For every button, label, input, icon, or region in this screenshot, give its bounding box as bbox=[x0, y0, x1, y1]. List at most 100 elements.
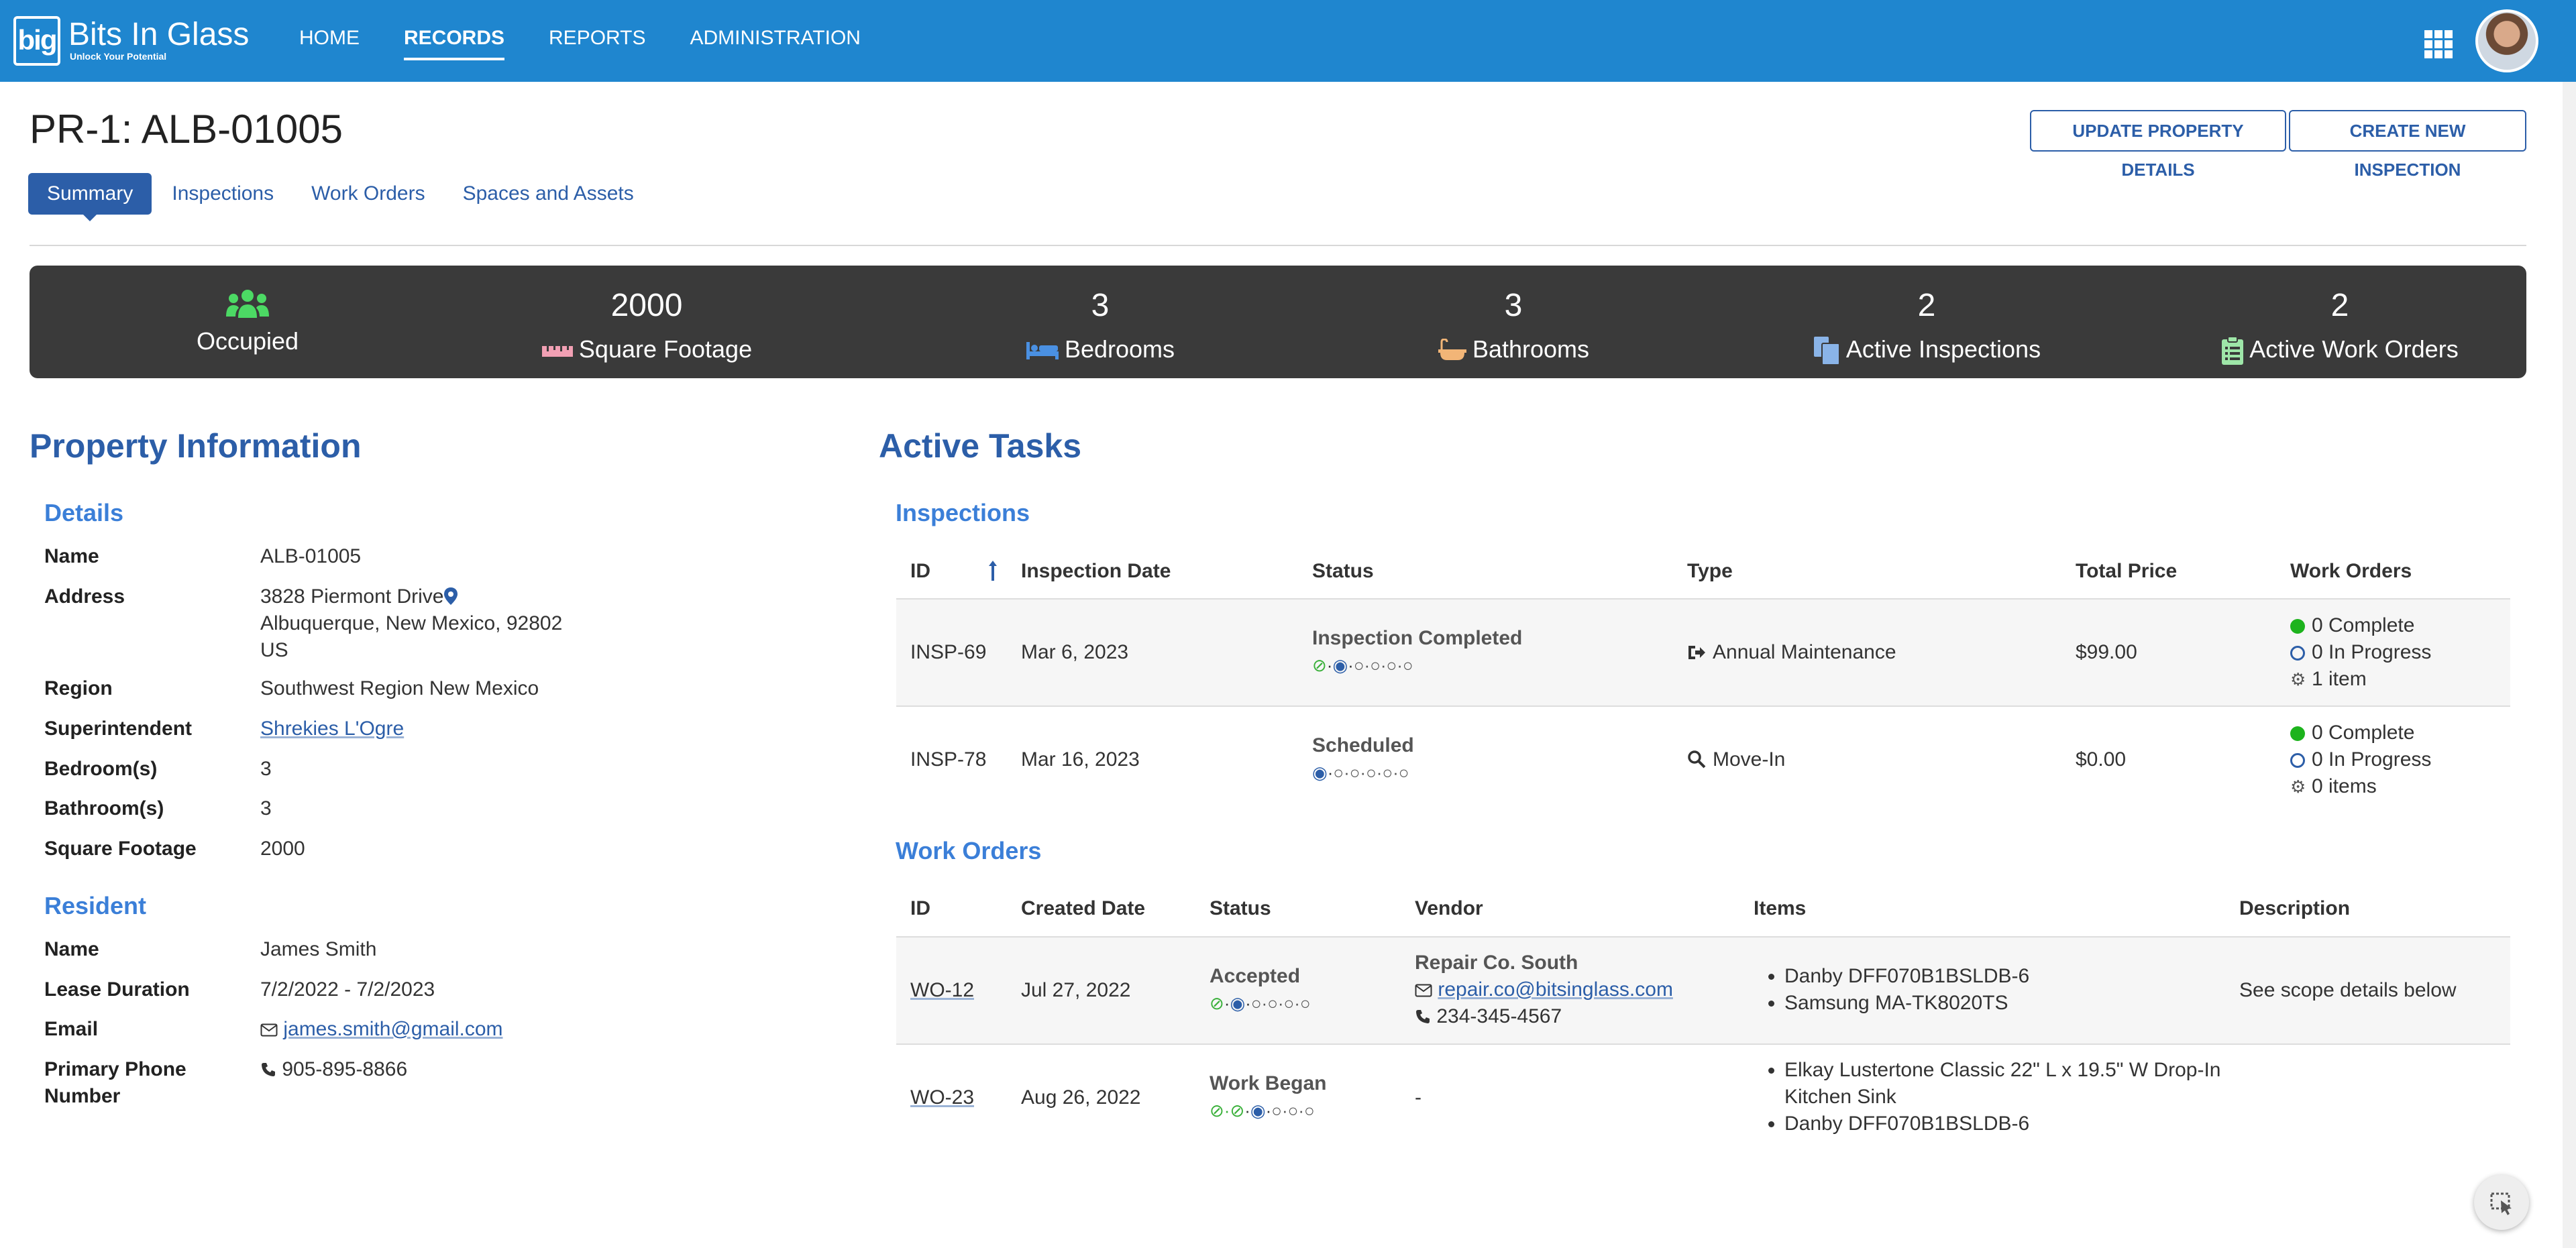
nav-administration[interactable]: ADMINISTRATION bbox=[690, 27, 861, 60]
col-type[interactable]: Type bbox=[1687, 560, 1733, 583]
map-marker-icon[interactable] bbox=[443, 587, 458, 606]
clipboard-copy-icon bbox=[1813, 337, 1840, 366]
bathrooms-label: Bathrooms bbox=[1472, 335, 1590, 363]
inspection-status: Inspection Completed bbox=[1312, 627, 1523, 649]
in-progress-circle-icon bbox=[2290, 753, 2305, 768]
envelope-icon bbox=[1415, 984, 1432, 997]
resident-lease-value: 7/2/2022 - 7/2/2023 bbox=[260, 978, 435, 1001]
col-id[interactable]: ID bbox=[910, 897, 930, 920]
list-item-line-2: Kitchen Sink bbox=[1784, 1086, 1896, 1108]
col-status[interactable]: Status bbox=[1312, 560, 1374, 583]
square-footage-value: 2000 bbox=[610, 288, 683, 323]
record-tabs: Summary Inspections Work Orders Spaces a… bbox=[28, 173, 672, 221]
work-order-items: Elkay Lustertone Classic 22" L x 19.5" W… bbox=[1754, 1057, 2220, 1137]
step-done-icon: ⊘ bbox=[1312, 655, 1327, 675]
stat-active-work-orders: 2 Active Work Orders bbox=[2152, 266, 2528, 378]
page-title: PR-1: ALB-01005 bbox=[30, 107, 343, 152]
nav-records[interactable]: RECORDS bbox=[404, 27, 505, 60]
inspection-id-link[interactable]: INSP-69 bbox=[910, 639, 986, 666]
active-tasks-heading: Active Tasks bbox=[879, 427, 1082, 465]
col-id[interactable]: ID bbox=[910, 560, 930, 583]
step-done-icon: ⊘ bbox=[1210, 993, 1224, 1013]
create-new-inspection-button[interactable]: CREATE NEW INSPECTION bbox=[2289, 110, 2526, 180]
inspection-id-link[interactable]: INSP-78 bbox=[910, 746, 986, 773]
page-scrollbar[interactable] bbox=[2563, 82, 2576, 1248]
col-work-orders[interactable]: Work Orders bbox=[2290, 560, 2412, 583]
inspections-heading: Inspections bbox=[896, 499, 1030, 526]
bed-icon bbox=[1026, 342, 1059, 360]
vendor-email-link[interactable]: repair.co@bitsinglass.com bbox=[1438, 978, 1673, 1001]
sort-ascending-icon[interactable] bbox=[987, 559, 998, 582]
col-inspection-date[interactable]: Inspection Date bbox=[1021, 560, 1171, 583]
company-name[interactable]: Bits In Glass bbox=[68, 17, 249, 52]
avatar[interactable] bbox=[2475, 9, 2538, 72]
work-order-id-link[interactable]: WO-12 bbox=[910, 977, 974, 1004]
work-order-status: Work Began bbox=[1210, 1072, 1327, 1094]
status-progress-dots: ⊘·◉·○·○·○·○ bbox=[1312, 655, 1413, 675]
work-order-id-link[interactable]: WO-23 bbox=[910, 1084, 974, 1111]
company-logo-mark[interactable]: big bbox=[13, 16, 60, 66]
occupancy-label: Occupied bbox=[196, 327, 299, 355]
bedrooms-value: 3 bbox=[1091, 288, 1110, 323]
inspection-work-order-summary: 0 Complete 0 In Progress ⚙ 0 items bbox=[2290, 720, 2431, 800]
col-status[interactable]: Status bbox=[1210, 897, 1271, 920]
col-items[interactable]: Items bbox=[1754, 897, 1806, 920]
work-order-date: Aug 26, 2022 bbox=[1021, 1086, 1141, 1109]
phone-icon bbox=[1416, 1010, 1430, 1023]
active-work-orders-label: Active Work Orders bbox=[2249, 335, 2459, 363]
resident-email-link[interactable]: james.smith@gmail.com bbox=[283, 1018, 502, 1040]
gear-icon: ⚙ bbox=[2290, 777, 2306, 797]
top-navigation-bar: big Bits In Glass Unlock Your Potential … bbox=[0, 0, 2576, 82]
detail-address-label: Address bbox=[44, 585, 125, 608]
nav-reports[interactable]: REPORTS bbox=[549, 27, 645, 60]
detail-superintendent-label: Superintendent bbox=[44, 718, 193, 740]
ruler-icon bbox=[541, 346, 573, 357]
detail-bedrooms-value: 3 bbox=[260, 758, 272, 780]
tab-spaces-and-assets[interactable]: Spaces and Assets bbox=[463, 182, 634, 205]
tab-work-orders[interactable]: Work Orders bbox=[311, 182, 425, 205]
bathrooms-caption: Bathrooms bbox=[1326, 335, 1701, 363]
update-property-details-button[interactable]: UPDATE PROPERTY DETAILS bbox=[2030, 110, 2286, 180]
vendor-details: Repair Co. South repair.co@bitsinglass.c… bbox=[1415, 950, 1673, 1030]
step-current-icon: ◉ bbox=[1230, 993, 1246, 1013]
tab-summary[interactable]: Summary bbox=[28, 173, 152, 221]
col-description[interactable]: Description bbox=[2239, 897, 2350, 920]
col-total-price[interactable]: Total Price bbox=[2076, 560, 2177, 583]
col-vendor[interactable]: Vendor bbox=[1415, 897, 1483, 920]
resident-heading: Resident bbox=[44, 892, 147, 919]
detail-bedrooms-label: Bedroom(s) bbox=[44, 758, 158, 780]
detail-region-value: Southwest Region New Mexico bbox=[260, 677, 539, 699]
work-order-status: Accepted bbox=[1210, 965, 1301, 987]
stat-bathrooms: 3 Bathrooms bbox=[1326, 266, 1701, 378]
active-work-orders-caption: Active Work Orders bbox=[2152, 335, 2528, 365]
work-orders-heading: Work Orders bbox=[896, 837, 1042, 864]
vendor-empty: - bbox=[1415, 1086, 1421, 1109]
tab-inspections[interactable]: Inspections bbox=[172, 182, 274, 205]
items-count: 1 item bbox=[2312, 668, 2367, 690]
work-order-items: Danby DFF070B1BSLDB-6 Samsung MA-TK8020T… bbox=[1754, 963, 2029, 1017]
active-inspections-label: Active Inspections bbox=[1845, 335, 2041, 363]
col-id-label: ID bbox=[910, 560, 930, 582]
feedback-cursor-button[interactable] bbox=[2474, 1175, 2529, 1230]
property-information-heading: Property Information bbox=[30, 427, 362, 465]
address-line-2: Albuquerque, New Mexico, 92802 bbox=[260, 612, 563, 634]
active-inspections-value: 2 bbox=[1917, 288, 1936, 323]
stat-bedrooms: 3 Bedrooms bbox=[912, 266, 1288, 378]
inspection-work-order-summary: 0 Complete 0 In Progress ⚙ 1 item bbox=[2290, 612, 2431, 693]
list-item: Danby DFF070B1BSLDB-6 bbox=[1784, 963, 2029, 990]
superintendent-link[interactable]: Shrekies L'Ogre bbox=[260, 716, 404, 742]
nav-home[interactable]: HOME bbox=[299, 27, 360, 60]
inspection-date: Mar 6, 2023 bbox=[1021, 641, 1129, 663]
detail-name-label: Name bbox=[44, 545, 99, 567]
resident-phone-label: Primary Phone Number bbox=[44, 1056, 246, 1110]
active-inspections-caption: Active Inspections bbox=[1739, 335, 2114, 366]
main-nav: HOME RECORDS REPORTS ADMINISTRATION bbox=[299, 27, 905, 60]
square-footage-label: Square Footage bbox=[578, 335, 753, 363]
inspection-type-label: Annual Maintenance bbox=[1713, 641, 1896, 663]
apps-grid-icon[interactable] bbox=[2424, 30, 2453, 58]
list-item: Samsung MA-TK8020TS bbox=[1784, 990, 2029, 1017]
resident-phone-value: 905-895-8866 bbox=[260, 1056, 407, 1083]
col-created-date[interactable]: Created Date bbox=[1021, 897, 1145, 920]
bath-icon bbox=[1438, 339, 1466, 361]
list-item-line-1: Elkay Lustertone Classic 22" L x 19.5" W… bbox=[1784, 1059, 2221, 1081]
